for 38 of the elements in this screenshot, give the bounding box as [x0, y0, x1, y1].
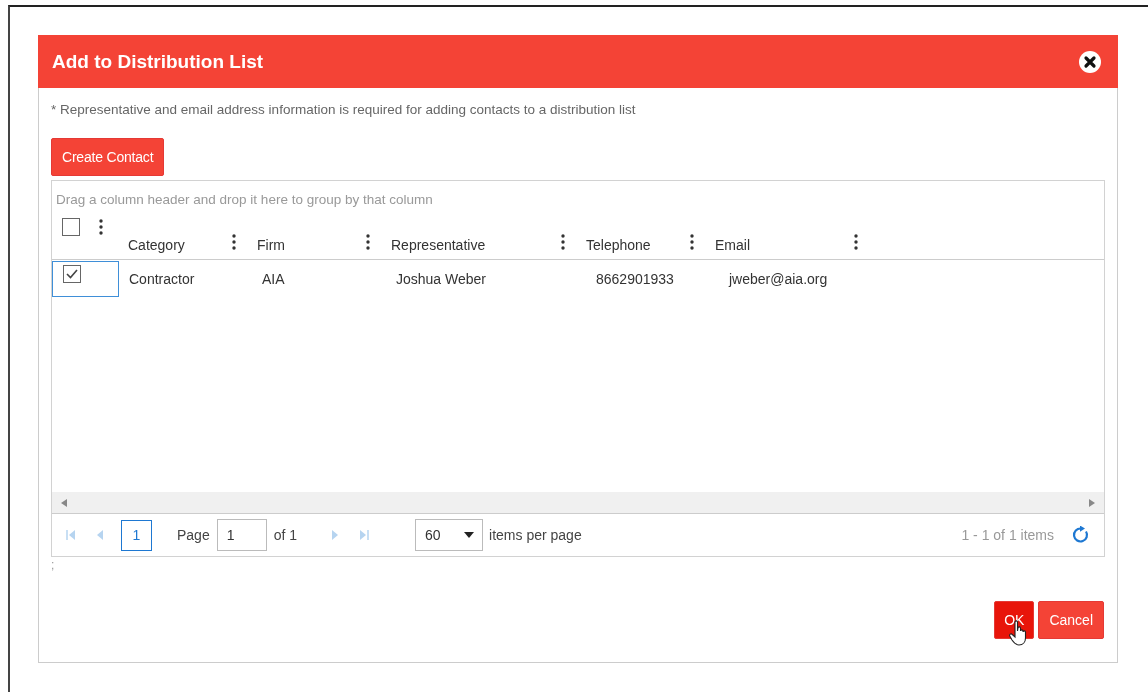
create-contact-button[interactable]: Create Contact: [51, 138, 165, 176]
footnote-text: ;: [51, 557, 56, 574]
page-label: Page: [177, 527, 210, 543]
table-cell-text: Contractor: [128, 270, 196, 287]
note-text: * Representative and email address information is required for adding contacts to a distribution list: [51, 101, 637, 119]
table-cell-text: Joshua Weber: [395, 270, 487, 287]
close-icon[interactable]: [1078, 49, 1102, 74]
column-header[interactable]: Category: [128, 237, 185, 253]
page-number[interactable]: 1: [121, 519, 152, 551]
table-cell-text: AIA: [261, 270, 286, 287]
checkbox[interactable]: [63, 264, 81, 283]
column-menu-icon[interactable]: [232, 234, 236, 250]
column-menu-icon[interactable]: [854, 234, 858, 250]
column-header[interactable]: Firm: [257, 237, 285, 253]
scroll-right-icon[interactable]: [1089, 498, 1095, 507]
column-header[interactable]: Representative: [391, 237, 486, 253]
item-count: 1 - 1 of 1 items: [961, 527, 1054, 543]
dialog-title: Add to Distribution List: [52, 50, 264, 73]
table-cell-text: jweber@aia.org: [727, 270, 829, 287]
caret-icon: [464, 532, 475, 538]
page-size-dropdown[interactable]: 60: [415, 519, 484, 551]
page-input[interactable]: 1: [216, 519, 267, 551]
refresh-icon[interactable]: [1072, 526, 1090, 544]
items-per-page-label: items per page: [489, 527, 582, 543]
table-cell-text: 8662901933: [595, 270, 675, 287]
column-menu-icon[interactable]: [561, 234, 565, 250]
column-menu-icon[interactable]: [690, 234, 694, 250]
column-header[interactable]: Email: [715, 237, 750, 253]
scroll-left-icon[interactable]: [61, 498, 67, 507]
horizontal-scrollbar[interactable]: [52, 492, 1104, 514]
column-menu-icon[interactable]: [99, 219, 103, 235]
group-hint: Drag a column header and drop it here to group by that column: [55, 191, 434, 209]
column-menu-icon[interactable]: [366, 234, 370, 250]
cancel-button[interactable]: Cancel: [1038, 601, 1104, 639]
check-icon: [66, 268, 78, 279]
checkbox[interactable]: [62, 218, 80, 236]
page-count: of 1: [273, 527, 298, 543]
column-header[interactable]: Telephone: [586, 237, 651, 253]
